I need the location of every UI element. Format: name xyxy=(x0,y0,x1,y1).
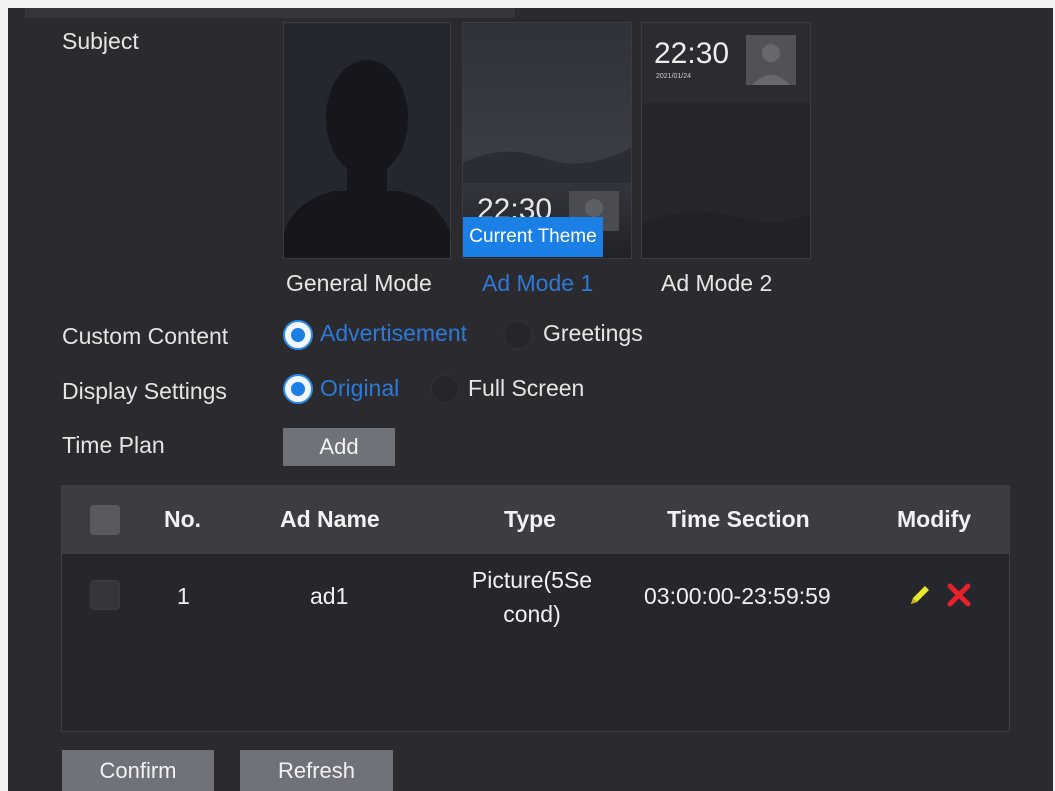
row-type-line-1: Picture(5Se xyxy=(471,567,593,593)
pencil-icon[interactable] xyxy=(907,582,933,608)
window-frame-top xyxy=(0,0,1055,8)
original-radio[interactable] xyxy=(283,374,313,404)
column-header-no: No. xyxy=(164,506,202,532)
refresh-button[interactable]: Refresh xyxy=(240,750,393,791)
window-frame-left xyxy=(0,0,8,791)
row-type-line-2: cond) xyxy=(503,601,561,627)
advertisement-radio[interactable] xyxy=(283,320,313,350)
row-time-section: 03:00:00-23:59:59 xyxy=(644,583,831,609)
row-type: Picture(5Se cond) xyxy=(465,563,599,631)
ad-table: No. Ad Name Type Time Section Modify 1 a… xyxy=(61,485,1010,732)
add-button[interactable]: Add xyxy=(283,428,395,466)
close-icon[interactable] xyxy=(946,582,972,608)
full-screen-radio[interactable] xyxy=(430,374,460,404)
greetings-option-label[interactable]: Greetings xyxy=(543,320,643,347)
theme-card-general-mode[interactable] xyxy=(283,22,451,259)
theme-preview-time: 22:30 xyxy=(654,37,730,70)
row-ad-name: ad1 xyxy=(310,583,349,609)
theme-card-ad-mode-2[interactable]: 22:30 2021/01/24 xyxy=(641,22,811,259)
column-header-time-section: Time Section xyxy=(667,506,810,532)
theme-card-ad-mode-1[interactable]: 22:30 Current Theme xyxy=(462,22,632,259)
column-header-ad-name: Ad Name xyxy=(280,506,380,532)
person-silhouette-icon xyxy=(284,23,450,258)
theme-name-ad-mode-2[interactable]: Ad Mode 2 xyxy=(661,270,772,297)
tab-strip xyxy=(25,8,515,18)
confirm-button[interactable]: Confirm xyxy=(62,750,214,791)
advertisement-option-label[interactable]: Advertisement xyxy=(320,320,467,347)
row-checkbox[interactable] xyxy=(90,580,120,610)
column-header-type: Type xyxy=(504,506,556,532)
theme-name-ad-mode-1[interactable]: Ad Mode 1 xyxy=(482,270,593,297)
row-no: 1 xyxy=(177,583,190,609)
full-screen-option-label[interactable]: Full Screen xyxy=(468,375,584,402)
subject-label: Subject xyxy=(62,28,139,54)
custom-content-label: Custom Content xyxy=(62,323,229,349)
select-all-checkbox[interactable] xyxy=(90,505,120,535)
table-header: No. Ad Name Type Time Section Modify xyxy=(62,486,1009,554)
current-theme-badge: Current Theme xyxy=(463,217,603,257)
original-option-label[interactable]: Original xyxy=(320,375,399,402)
time-plan-label: Time Plan xyxy=(62,432,165,458)
theme-name-general-mode[interactable]: General Mode xyxy=(286,270,432,297)
column-header-modify: Modify xyxy=(897,506,972,532)
greetings-radio[interactable] xyxy=(503,320,533,350)
display-settings-label: Display Settings xyxy=(62,378,227,404)
theme-preview-date: 2021/01/24 xyxy=(656,73,692,80)
